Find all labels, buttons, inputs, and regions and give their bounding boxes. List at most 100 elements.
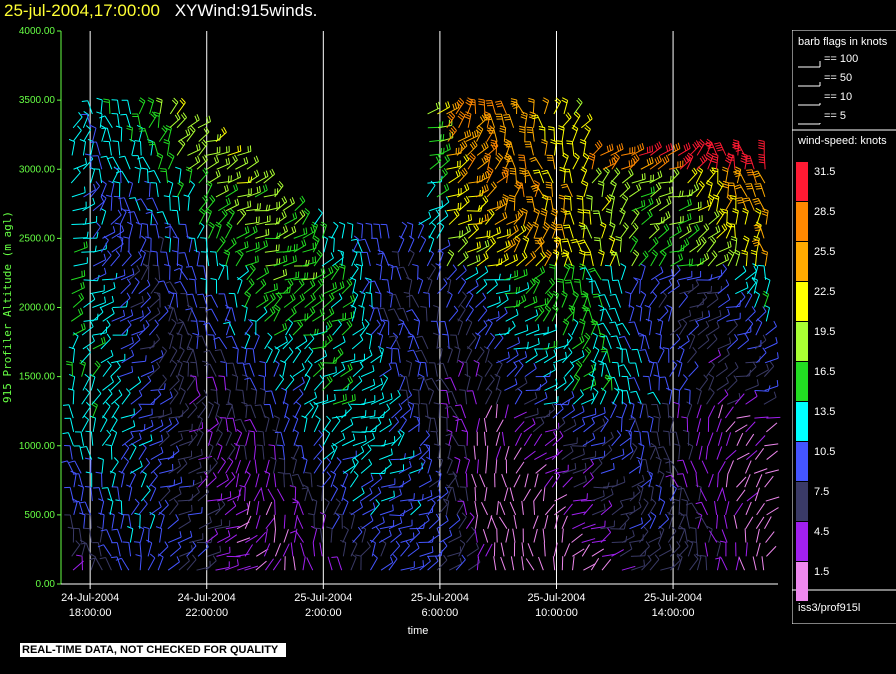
wind-barb: [466, 140, 478, 156]
wind-barb: [468, 189, 484, 198]
wind-barb: [588, 280, 601, 294]
wind-barb: [115, 170, 130, 184]
wind-barb: [644, 304, 651, 322]
wind-barb: [150, 446, 164, 461]
wind-barb: [516, 251, 528, 267]
wind-barb: [669, 244, 685, 253]
wind-barb: [562, 318, 570, 336]
wind-barb: [186, 125, 196, 142]
wind-barb: [102, 401, 111, 419]
wind-barb: [221, 264, 229, 280]
wind-barb: [753, 290, 761, 308]
wind-barb: [512, 528, 516, 543]
wind-barb: [167, 180, 174, 198]
wind-barb: [486, 279, 498, 295]
wind-barb: [601, 431, 614, 447]
wind-barb: [705, 445, 709, 460]
wind-barb: [628, 183, 642, 198]
wind-barb: [264, 528, 268, 543]
wind-barb: [407, 249, 415, 267]
wind-barb: [192, 332, 199, 350]
wind-barb: [501, 473, 507, 488]
wind-barb: [715, 557, 728, 571]
wind-barb: [155, 526, 163, 543]
wind-barb: [210, 278, 218, 294]
wind-barb: [447, 546, 462, 557]
wind-barb: [524, 362, 537, 378]
wind-barb: [717, 389, 729, 405]
wind-barb: [227, 208, 235, 225]
wind-barb: [716, 473, 719, 488]
wind-barb: [561, 515, 568, 529]
wind-barb: [506, 361, 518, 377]
wind-barb: [755, 318, 763, 336]
wind-barb: [642, 375, 652, 391]
wind-barb: [659, 269, 673, 281]
wind-barb: [523, 433, 533, 447]
wind-barb: [765, 531, 775, 543]
wind-barb: [175, 166, 182, 184]
wind-barb: [557, 125, 565, 142]
wind-barb: [109, 415, 118, 433]
wind-barb: [391, 403, 403, 419]
wind-barb: [346, 222, 354, 239]
wind-barb: [420, 403, 429, 419]
wind-barb: [129, 376, 142, 391]
wind-barb: [280, 360, 287, 377]
x-tick-time: 6:00:00: [422, 607, 459, 619]
wind-barb: [666, 304, 673, 322]
wind-barb: [430, 320, 440, 336]
wind-barb: [514, 421, 525, 433]
wind-barb: [64, 417, 75, 433]
wind-barb: [581, 180, 589, 198]
wind-barb: [361, 514, 374, 530]
wind-barb: [572, 522, 586, 530]
wind-barb: [483, 418, 488, 433]
wind-barb: [745, 433, 755, 447]
colorbar-level: 1.5: [814, 566, 830, 578]
wind-barb: [150, 277, 160, 294]
wind-barb: [633, 430, 642, 446]
wind-barb: [734, 424, 748, 433]
wind-barb: [418, 536, 435, 544]
wind-barb: [590, 557, 600, 571]
wind-barb: [281, 387, 288, 405]
wind-barb: [695, 484, 702, 502]
wind-barb: [467, 241, 481, 253]
wind-barb: [446, 264, 457, 281]
wind-barb: [359, 238, 371, 253]
wind-barb: [542, 304, 552, 322]
wind-barb: [727, 460, 734, 474]
wind-barb: [169, 346, 178, 364]
wind-barb: [493, 556, 497, 571]
wind-barb: [304, 293, 316, 308]
wind-barb: [389, 540, 401, 557]
wind-barb: [506, 213, 520, 226]
wind-barb: [196, 221, 205, 239]
wind-barb: [96, 526, 104, 543]
wind-barb: [506, 349, 519, 364]
wind-barb: [203, 349, 217, 364]
wind-barb: [457, 236, 469, 253]
wind-barb: [494, 152, 504, 170]
wind-barb: [207, 417, 219, 433]
wind-barb: [107, 498, 114, 515]
wind-barb: [71, 540, 81, 557]
wind-barb: [225, 237, 237, 253]
wind-barb: [148, 141, 159, 156]
wind-barb: [118, 155, 131, 170]
wind-barb: [138, 525, 145, 543]
wind-barb: [736, 415, 751, 419]
wind-barb: [610, 251, 620, 267]
wind-barb: [241, 346, 248, 363]
wind-barb: [208, 169, 221, 184]
wind-barb: [165, 124, 172, 142]
wind-barb: [92, 155, 103, 170]
wind-barb: [597, 180, 605, 197]
wind-barb: [179, 387, 186, 405]
wind-barb: [445, 443, 452, 460]
wind-barb: [292, 498, 299, 516]
wind-barb: [138, 434, 153, 447]
wind-barb: [465, 97, 473, 115]
wind-barb: [754, 207, 762, 225]
